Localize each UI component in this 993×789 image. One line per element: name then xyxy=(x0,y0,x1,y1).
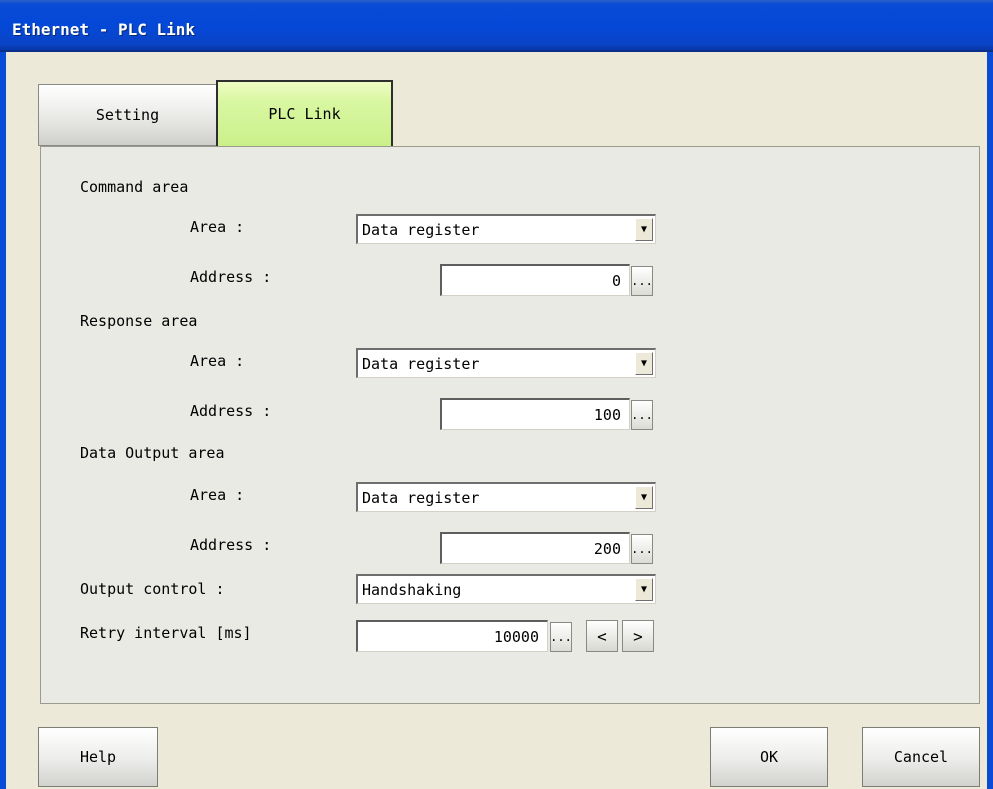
help-button[interactable]: Help xyxy=(38,727,158,787)
data-output-area-heading: Data Output area xyxy=(80,444,225,462)
tab-setting[interactable]: Setting xyxy=(38,84,216,146)
command-address-label: Address : xyxy=(190,268,272,286)
tab-plc-link-label: PLC Link xyxy=(268,105,341,123)
chevron-right-icon[interactable]: > xyxy=(622,620,654,652)
command-area-select[interactable]: Data register ▼ xyxy=(356,214,656,244)
data-output-address-ellipsis-button[interactable]: ... xyxy=(631,534,653,564)
cancel-button[interactable]: Cancel xyxy=(862,727,980,787)
response-address-value: 100 xyxy=(593,406,621,424)
tab-setting-label: Setting xyxy=(95,106,160,124)
chevron-down-icon[interactable]: ▼ xyxy=(635,578,653,601)
tab-plc-link[interactable]: PLC Link xyxy=(216,80,393,146)
command-address-ellipsis-button[interactable]: ... xyxy=(631,266,653,296)
data-output-address-label: Address : xyxy=(190,536,272,554)
data-output-address-input[interactable]: 200 xyxy=(440,532,630,564)
command-area-select-value: Data register xyxy=(362,221,480,239)
output-control-select[interactable]: Handshaking ▼ xyxy=(356,574,656,604)
command-area-heading: Command area xyxy=(80,178,189,196)
window-frame-left xyxy=(0,52,6,789)
output-control-label: Output control : xyxy=(80,580,225,598)
chevron-left-icon[interactable]: < xyxy=(586,620,618,652)
chevron-down-icon[interactable]: ▼ xyxy=(635,486,653,509)
chevron-down-icon[interactable]: ▼ xyxy=(635,218,653,241)
output-control-select-value: Handshaking xyxy=(362,581,462,599)
window-frame-right xyxy=(987,52,993,789)
command-address-value: 0 xyxy=(611,272,621,290)
response-area-label: Area : xyxy=(190,352,245,370)
response-address-input[interactable]: 100 xyxy=(440,398,630,430)
response-area-select[interactable]: Data register ▼ xyxy=(356,348,656,378)
retry-interval-input[interactable]: 10000 xyxy=(356,620,548,652)
retry-interval-value: 10000 xyxy=(493,628,539,646)
title-bar: Ethernet - PLC Link xyxy=(0,0,993,52)
response-area-select-value: Data register xyxy=(362,355,480,373)
data-output-area-select-value: Data register xyxy=(362,489,480,507)
data-output-address-value: 200 xyxy=(593,540,621,558)
response-address-ellipsis-button[interactable]: ... xyxy=(631,400,653,430)
command-address-input[interactable]: 0 xyxy=(440,264,630,296)
chevron-down-icon[interactable]: ▼ xyxy=(635,352,653,375)
retry-interval-ellipsis-button[interactable]: ... xyxy=(550,622,572,652)
retry-interval-label: Retry interval [ms] xyxy=(80,624,252,642)
response-area-heading: Response area xyxy=(80,312,198,330)
data-output-area-label: Area : xyxy=(190,486,245,504)
ok-button-label: OK xyxy=(759,748,779,766)
ok-button[interactable]: OK xyxy=(710,727,828,787)
data-output-area-select[interactable]: Data register ▼ xyxy=(356,482,656,512)
command-area-label: Area : xyxy=(190,218,245,236)
cancel-button-label: Cancel xyxy=(893,748,949,766)
window-title: Ethernet - PLC Link xyxy=(12,20,196,39)
help-button-label: Help xyxy=(79,748,117,766)
response-address-label: Address : xyxy=(190,402,272,420)
